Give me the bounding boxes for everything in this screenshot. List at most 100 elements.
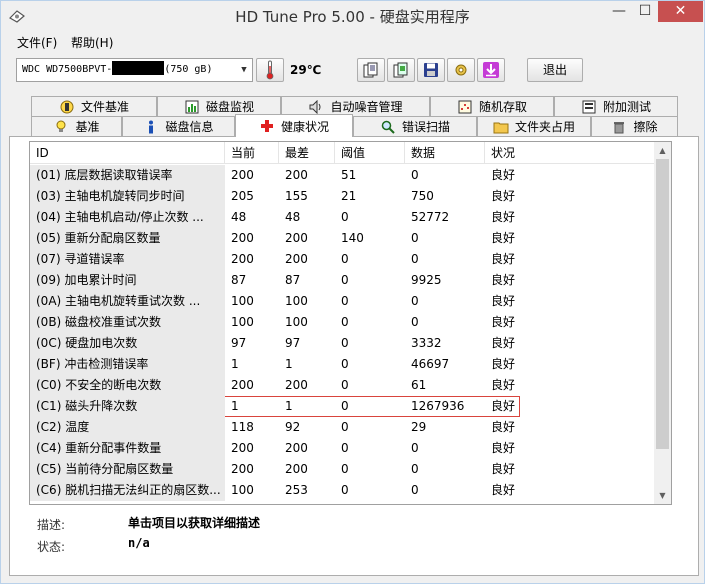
cell-worst: 100 [285,315,308,329]
title-bar[interactable]: HD Tune Pro 5.00 - 硬盘实用程序 — ☐ ✕ [1,1,704,31]
copy-text-icon [363,62,378,78]
download-button[interactable] [477,58,505,82]
cell-current: 200 [231,441,254,455]
thermometer-button[interactable] [256,58,284,82]
cell-current: 1 [231,399,239,413]
scroll-thumb[interactable] [656,159,669,449]
cell-data: 0 [411,168,419,182]
lightbulb-icon [53,119,69,135]
cell-worst: 100 [285,294,308,308]
maximize-button[interactable]: ☐ [632,1,658,22]
cell-current: 200 [231,462,254,476]
table-row[interactable]: (C5) 当前待分配扇区数量 200 200 0 0 良好 [30,459,656,480]
cell-data: 1267936 [411,399,465,413]
table-row[interactable]: (C6) 脱机扫描无法纠正的扇区数... 100 253 0 0 良好 [30,480,656,501]
tab-random-access[interactable]: 随机存取 [430,96,554,116]
copy-screen-button[interactable] [387,58,415,82]
tab-disk-info[interactable]: 磁盘信息 [122,116,235,136]
cell-threshold: 51 [341,168,357,182]
exit-button[interactable]: 退出 [527,58,583,82]
tab-label: 附加测试 [602,100,651,114]
column-header-threshold[interactable]: 阈值 [335,142,405,164]
table-row[interactable]: (03) 主轴电机旋转同步时间 205 155 21 750 良好 [30,186,656,207]
cell-status: 良好 [491,294,516,308]
status-value: n/a [128,536,150,550]
vertical-scrollbar[interactable]: ▲ ▼ [654,142,671,504]
table-row[interactable]: (C0) 不安全的断电次数 200 200 0 61 良好 [30,375,656,396]
tab-folder-usage[interactable]: 文件夹占用 [477,116,591,136]
tab-erase[interactable]: 擦除 [591,116,678,136]
tab-label: 文件夹占用 [514,120,575,134]
tab-label: 自动噪音管理 [330,100,403,114]
table-row[interactable]: (0C) 硬盘加电次数 97 97 0 3332 良好 [30,333,656,354]
drive-select[interactable]: WDC WD7500BPVT- (750 gB) ▼ [16,58,253,82]
tab-error-scan[interactable]: 错误扫描 [353,116,477,136]
tab-disk-monitor[interactable]: 磁盘监视 [157,96,281,116]
table-row[interactable]: (0A) 主轴电机旋转重试次数 ... 100 100 0 0 良好 [30,291,656,312]
description-label: 描述: [37,518,66,532]
cell-threshold: 0 [341,462,349,476]
tab-noise-management[interactable]: 自动噪音管理 [281,96,430,116]
tab-health[interactable]: 健康状况 [235,114,353,137]
column-header-data[interactable]: 数据 [405,142,485,164]
cell-id: (BF) 冲击检测错误率 [30,354,225,375]
cell-id: (C6) 脱机扫描无法纠正的扇区数... [30,480,225,501]
cell-id: (C0) 不安全的断电次数 [30,375,225,396]
scroll-up-arrow-icon[interactable]: ▲ [654,142,671,159]
save-button[interactable] [417,58,445,82]
cell-status: 良好 [491,462,516,476]
column-header-status[interactable]: 状况 [485,142,656,164]
copy-text-button[interactable] [357,58,385,82]
menu-bar: 文件(F) 帮助(H) [9,32,699,52]
cell-data: 61 [411,378,427,392]
menu-file[interactable]: 文件(F) [17,34,57,51]
cell-id: (0B) 磁盘校准重试次数 [30,312,225,333]
tab-extra-tests[interactable]: 附加测试 [554,96,678,116]
cell-current: 200 [231,378,254,392]
cell-data: 0 [411,441,419,455]
tab-benchmark[interactable]: 基准 [31,116,122,136]
options-button[interactable] [447,58,475,82]
save-icon [424,63,438,77]
cell-current: 205 [231,189,254,203]
cell-data: 0 [411,252,419,266]
chevron-down-icon[interactable]: ▼ [236,59,252,81]
table-row[interactable]: (C1) 磁头升降次数 1 1 0 1267936 良好 [30,396,520,417]
column-header-current[interactable]: 当前 [225,142,279,164]
cell-worst: 200 [285,231,308,245]
table-row[interactable]: (0B) 磁盘校准重试次数 100 100 0 0 良好 [30,312,656,333]
column-header-worst[interactable]: 最差 [279,142,335,164]
scroll-down-arrow-icon[interactable]: ▼ [654,487,671,504]
scatter-icon [457,99,473,115]
tab-file-benchmark[interactable]: 文件基准 [31,96,157,116]
drive-capacity: (750 gB) [164,64,213,75]
cell-data: 3332 [411,336,442,350]
column-header-id[interactable]: ID [30,142,225,164]
table-row[interactable]: (01) 底层数据读取错误率 200 200 51 0 良好 [30,165,656,186]
table-row[interactable]: (07) 寻道错误率 200 200 0 0 良好 [30,249,656,270]
close-button[interactable]: ✕ [658,1,703,22]
tab-label: 随机存取 [478,100,527,114]
table-row[interactable]: (BF) 冲击检测错误率 1 1 0 46697 良好 [30,354,656,375]
table-row[interactable]: (09) 加电累计时间 87 87 0 9925 良好 [30,270,656,291]
table-row[interactable]: (C2) 温度 118 92 0 29 良好 [30,417,656,438]
cell-id: (C4) 重新分配事件数量 [30,438,225,459]
cell-current: 200 [231,252,254,266]
cell-current: 97 [231,336,247,350]
table-row[interactable]: (04) 主轴电机启动/停止次数 ... 48 48 0 52772 良好 [30,207,656,228]
cell-current: 118 [231,420,254,434]
tab-label: 磁盘监视 [205,100,254,114]
cell-threshold: 0 [341,210,349,224]
smart-attributes-table[interactable]: ID 当前 最差 阈值 数据 状况 (01) 底层数据读取错误率 200 200 51… [29,141,672,505]
cell-worst: 200 [285,462,308,476]
table-row[interactable]: (05) 重新分配扇区数量 200 200 140 0 良好 [30,228,656,249]
menu-help[interactable]: 帮助(H) [71,34,113,51]
minimize-button[interactable]: — [606,1,632,22]
cell-worst: 253 [285,483,308,497]
cell-worst: 92 [285,420,301,434]
table-row[interactable]: (C4) 重新分配事件数量 200 200 0 0 良好 [30,438,656,459]
cell-threshold: 0 [341,399,349,413]
cell-status: 良好 [491,315,516,329]
cell-status: 良好 [491,420,516,434]
cell-status: 良好 [491,441,516,455]
